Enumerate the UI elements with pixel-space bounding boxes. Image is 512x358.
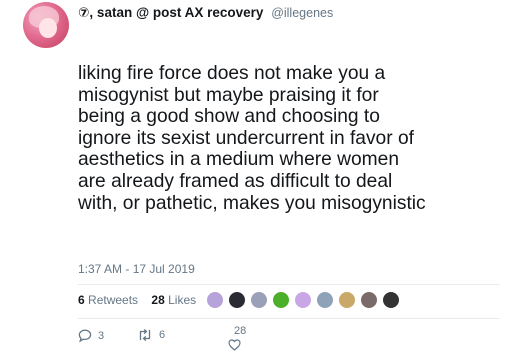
liker-avatars	[206, 291, 404, 309]
retweets-stat[interactable]: 6 Retweets	[78, 293, 141, 307]
liker-avatar[interactable]	[228, 291, 246, 309]
retweets-label: Retweets	[88, 293, 139, 307]
avatar-face	[39, 18, 57, 38]
likes-stat[interactable]: 28 Likes	[151, 293, 196, 307]
likes-label: Likes	[168, 293, 197, 307]
user-handle[interactable]: @illegenes	[271, 6, 333, 20]
reply-button[interactable]: 3	[78, 329, 104, 342]
liker-avatar[interactable]	[294, 291, 312, 309]
tweet-stats: 6 Retweets 28 Likes	[78, 293, 206, 307]
tweet-line: liking fire force does not make you a	[78, 63, 386, 84]
divider	[78, 318, 500, 319]
tweet-line: being a good show and choosing to	[78, 106, 380, 128]
tweet-line: with, or pathetic, makes you misogynisti…	[78, 192, 426, 214]
heart-icon	[228, 339, 241, 351]
retweets-count: 6	[78, 293, 85, 307]
tweet-line: are already framed as difficult to deal	[78, 170, 393, 192]
reply-icon	[78, 329, 92, 342]
retweet-count: 6	[159, 329, 166, 341]
liker-avatar[interactable]	[272, 291, 290, 309]
likes-count: 28	[151, 293, 165, 307]
like-count: 28	[234, 325, 247, 337]
tweet-timestamp[interactable]: 1:37 AM - 17 Jul 2019	[78, 262, 195, 276]
retweet-icon	[139, 329, 151, 341]
tweet-header: ⑦, satan @ post AX recovery @illegenes	[78, 5, 333, 21]
liker-avatar[interactable]	[250, 291, 268, 309]
reply-count: 3	[98, 329, 105, 342]
liker-avatar[interactable]	[360, 291, 378, 309]
liker-avatar[interactable]	[206, 291, 224, 309]
tweet-line: aesthetics in a medium where women	[78, 149, 400, 171]
divider	[78, 284, 500, 285]
like-button[interactable]: 28	[228, 325, 246, 351]
retweet-button[interactable]: 6	[137, 329, 165, 341]
liker-avatar[interactable]	[382, 291, 400, 309]
tweet-line: ignore its sexist undercurrent in favor …	[78, 127, 414, 149]
display-name[interactable]: ⑦, satan @ post AX recovery	[78, 5, 263, 20]
user-avatar[interactable]	[23, 2, 69, 48]
liker-avatar[interactable]	[316, 291, 334, 309]
tweet-text: liking fire force does not make you a mi…	[78, 63, 508, 214]
liker-avatar[interactable]	[338, 291, 356, 309]
tweet-line: misogynist but maybe praising it for	[78, 84, 379, 106]
